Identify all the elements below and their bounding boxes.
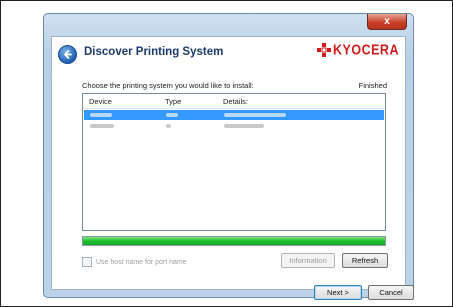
back-arrow-icon	[64, 50, 72, 59]
close-button[interactable]: x	[367, 14, 407, 30]
redacted-text	[224, 124, 264, 128]
refresh-button[interactable]: Refresh	[342, 253, 388, 268]
next-button[interactable]: Next >	[314, 285, 362, 300]
cancel-button[interactable]: Cancel	[368, 285, 414, 300]
device-row-selected[interactable]	[84, 110, 384, 120]
redacted-text	[166, 124, 171, 128]
brand-name: KYOCERA	[332, 41, 399, 59]
close-icon: x	[384, 15, 390, 27]
window-content: Discover Printing System KYOCERA Choose …	[51, 36, 414, 300]
discovery-status: Finished	[358, 81, 387, 90]
column-details[interactable]: Details:	[223, 97, 248, 106]
brand-logo: KYOCERA	[316, 41, 399, 59]
discovery-progress-bar	[82, 236, 386, 246]
device-row[interactable]	[84, 121, 384, 131]
redacted-text	[166, 113, 178, 117]
redacted-text	[90, 113, 112, 117]
use-host-name-label: Use host name for port name	[96, 258, 187, 266]
kyocera-mark-icon	[316, 43, 331, 57]
page-title: Discover Printing System	[84, 46, 224, 58]
redacted-text	[224, 113, 286, 117]
column-type[interactable]: Type	[165, 97, 181, 106]
screenshot-frame: x Discover Printing System KYOCERA Choos…	[0, 0, 453, 307]
instruction-text: Choose the printing system you would lik…	[82, 81, 254, 90]
redacted-text	[90, 124, 114, 128]
use-host-name-checkbox[interactable]	[82, 257, 92, 267]
installer-window: x Discover Printing System KYOCERA Choos…	[43, 13, 414, 300]
list-header: Device Type Details:	[83, 94, 385, 109]
information-button[interactable]: Information	[281, 253, 335, 268]
progress-fill	[83, 237, 385, 245]
column-device[interactable]: Device	[89, 97, 112, 106]
back-button[interactable]	[58, 45, 77, 64]
device-list[interactable]: Device Type Details:	[82, 93, 386, 231]
use-host-name-option[interactable]: Use host name for port name	[82, 257, 187, 267]
